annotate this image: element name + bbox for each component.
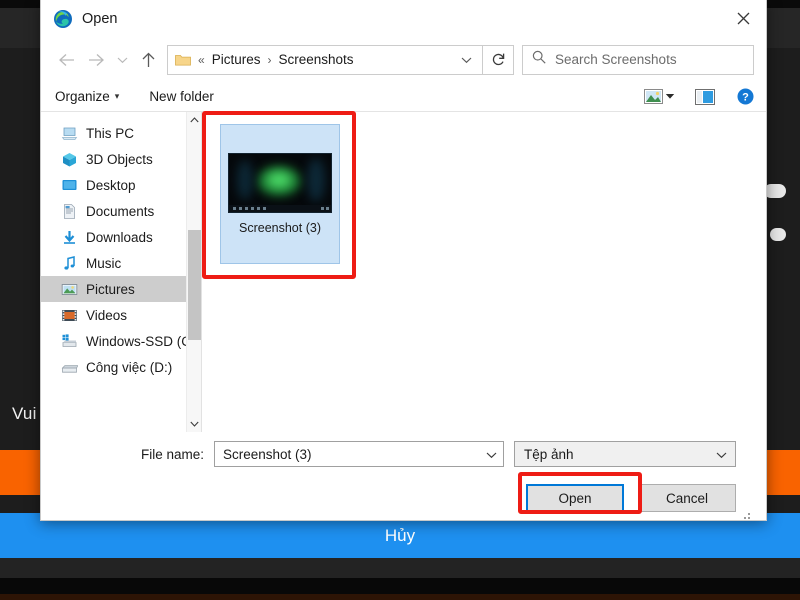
sidebar-item-documents[interactable]: Documents [41, 198, 201, 224]
preview-pane-icon[interactable] [695, 88, 715, 105]
3d-objects-icon [61, 151, 78, 168]
sidebar-label: 3D Objects [86, 151, 153, 167]
file-list-pane[interactable]: Screenshot (3) [201, 111, 766, 432]
sidebar-item-cong-viec-d[interactable]: Công việc (D:) [41, 354, 201, 380]
scroll-down-chevron-down-icon[interactable] [187, 416, 202, 432]
title-bar-left: Open [41, 9, 117, 29]
dialog-body: This PC 3D Objects Desktop Documents Dow… [41, 111, 766, 432]
navigation-bar: « Pictures › Screenshots Search Screensh… [41, 37, 766, 82]
dialog-footer: File name: Screenshot (3) Tệp ảnh Open C… [41, 432, 766, 520]
this-pc-icon [61, 125, 78, 142]
file-type-value: Tệp ảnh [524, 446, 574, 462]
scrollbar-thumb[interactable] [188, 230, 201, 340]
navigation-sidebar: This PC 3D Objects Desktop Documents Dow… [41, 112, 201, 432]
organize-label: Organize [55, 89, 110, 104]
drive-windows-icon [61, 333, 78, 350]
music-icon [61, 255, 78, 272]
sidebar-item-this-pc[interactable]: This PC [41, 120, 201, 146]
file-type-select[interactable]: Tệp ảnh [514, 441, 736, 467]
back-icon[interactable] [51, 45, 81, 75]
dialog-title: Open [82, 10, 118, 27]
background-brown-strip [0, 594, 800, 600]
file-name-chevron-down-icon[interactable] [486, 447, 497, 462]
drive-icon [61, 359, 79, 376]
breadcrumb-separator: › [267, 52, 272, 67]
sidebar-item-desktop[interactable]: Desktop [41, 172, 201, 198]
documents-icon [61, 203, 78, 220]
open-file-dialog: Open « Pictures › Screenshots Search Scr… [40, 0, 767, 521]
videos-icon [61, 307, 78, 324]
sidebar-label: Videos [86, 307, 128, 323]
sidebar-label: Documents [86, 203, 155, 219]
search-icon [532, 50, 546, 69]
svg-text:?: ? [742, 92, 749, 104]
sidebar-item-pictures[interactable]: Pictures [41, 276, 201, 302]
sidebar-label: Pictures [86, 281, 135, 297]
up-icon[interactable] [133, 45, 163, 75]
search-input[interactable]: Search Screenshots [522, 44, 754, 75]
refresh-icon[interactable] [483, 44, 514, 75]
sidebar-item-music[interactable]: Music [41, 250, 201, 276]
file-name-row: File name: Screenshot (3) Tệp ảnh [41, 432, 752, 476]
file-name-input[interactable]: Screenshot (3) [214, 441, 504, 467]
address-chevron-down-icon[interactable] [457, 51, 476, 69]
view-layout-icon[interactable] [644, 89, 663, 104]
address-bar[interactable]: « Pictures › Screenshots [167, 44, 483, 75]
background-dark-band-2 [0, 578, 800, 594]
dialog-title-bar: Open [41, 0, 766, 37]
pictures-icon [61, 281, 78, 298]
open-button[interactable]: Open [526, 484, 624, 512]
search-placeholder: Search Screenshots [555, 52, 677, 67]
sidebar-label: Windows-SSD (C:) [86, 333, 200, 349]
organize-caret-icon: ▾ [114, 91, 120, 101]
breadcrumb-pictures[interactable]: Pictures [212, 52, 261, 67]
downloads-icon [61, 229, 78, 246]
file-item-wrapper: Screenshot (3) [202, 111, 356, 279]
address-root-separator: « [198, 52, 205, 67]
file-item-screenshot-3[interactable]: Screenshot (3) [220, 124, 340, 264]
dialog-button-row: Open Cancel [41, 472, 752, 520]
edge-logo-icon [53, 9, 73, 29]
sidebar-scrollbar[interactable] [186, 112, 201, 432]
file-type-chevron-down-icon[interactable] [716, 447, 727, 462]
file-name-value: Screenshot (3) [223, 446, 312, 462]
dialog-toolbar: Organize ▾ New folder ? [41, 82, 766, 112]
sidebar-label: Công việc (D:) [86, 359, 173, 375]
sidebar-item-windows-ssd[interactable]: Windows-SSD (C:) [41, 328, 201, 354]
breadcrumb-screenshots[interactable]: Screenshots [278, 52, 353, 67]
scroll-up-chevron-up-icon[interactable] [187, 112, 201, 128]
sidebar-label: Desktop [86, 177, 136, 193]
file-name-field-label: File name: [140, 446, 204, 462]
forward-icon[interactable] [81, 45, 111, 75]
new-folder-button[interactable]: New folder [149, 89, 214, 104]
help-icon[interactable]: ? [737, 88, 754, 105]
new-folder-label: New folder [149, 89, 214, 104]
sidebar-label: This PC [86, 125, 135, 141]
folder-icon [175, 53, 191, 66]
sidebar-label: Music [86, 255, 122, 271]
cancel-button[interactable]: Cancel [638, 484, 736, 512]
background-dark-band-1 [0, 558, 800, 578]
background-pill-2 [770, 228, 786, 241]
close-icon[interactable] [720, 0, 766, 37]
sidebar-item-videos[interactable]: Videos [41, 302, 201, 328]
organize-button[interactable]: Organize ▾ [55, 89, 119, 104]
sidebar-item-downloads[interactable]: Downloads [41, 224, 201, 250]
sidebar-item-3d-objects[interactable]: 3D Objects [41, 146, 201, 172]
desktop-icon [61, 177, 78, 194]
view-chevron-down-icon[interactable] [665, 93, 675, 100]
thumbnail-taskbar [229, 205, 331, 212]
resize-grip[interactable] [740, 509, 750, 519]
recent-locations-chevron-down-icon[interactable] [111, 45, 133, 75]
background-pill-1 [764, 184, 786, 198]
sidebar-label: Downloads [86, 229, 153, 245]
file-thumbnail [228, 153, 332, 213]
file-name-label: Screenshot (3) [239, 221, 321, 235]
